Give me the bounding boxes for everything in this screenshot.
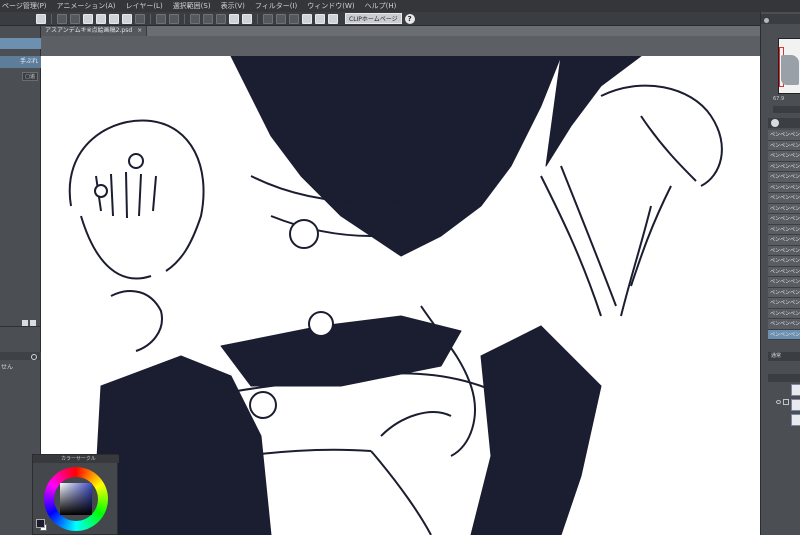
menu-bar: ページ管理(P) アニメーション(A) レイヤー(L) 選択範囲(S) 表示(V… xyxy=(0,0,800,12)
redo-icon[interactable] xyxy=(169,13,179,24)
layer-item[interactable]: ペンペンペン xyxy=(768,193,800,204)
layer-item[interactable]: ペンペンペン xyxy=(768,298,800,309)
eraser-icon[interactable] xyxy=(242,13,252,24)
sub-tool-stabilizer[interactable]: 手ぶれ xyxy=(0,56,41,68)
menu-help[interactable]: ヘルプ(H) xyxy=(365,0,397,12)
canvas-tab-strip xyxy=(41,36,760,56)
toolbar-divider xyxy=(184,13,185,24)
close-icon[interactable]: × xyxy=(137,27,142,34)
layer-thumbnail[interactable] xyxy=(791,384,800,396)
navigator-preview xyxy=(781,55,799,85)
blend-mode-select[interactable]: 通常 xyxy=(768,352,800,361)
layer-tool-row xyxy=(768,118,800,128)
menu-selection[interactable]: 選択範囲(S) xyxy=(173,0,211,12)
layer-thumbnail[interactable] xyxy=(791,399,800,411)
lock-checkbox[interactable] xyxy=(783,399,789,405)
layer-item[interactable]: ペンペンペン xyxy=(768,172,800,183)
layer-item[interactable]: ペンペンペン xyxy=(768,277,800,288)
toolbar-divider xyxy=(257,13,258,24)
menu-layer[interactable]: レイヤー(L) xyxy=(126,0,163,12)
transform-icon[interactable] xyxy=(216,13,226,24)
layer-item[interactable]: ペンペンペン xyxy=(768,235,800,246)
right-layer-panel: 67.9 ペンペンペン ペンペンペン ペンペンペン ペンペンペン ペンペンペン … xyxy=(760,12,800,535)
ink-illustration xyxy=(68,56,723,535)
layer-item[interactable]: ペンペンペン xyxy=(768,287,800,298)
sub-tool-option-row: □追 xyxy=(0,72,41,83)
export-icon[interactable] xyxy=(96,13,106,24)
grid-icon[interactable] xyxy=(203,13,213,24)
color-panel-title: カラーサークル xyxy=(33,455,119,463)
toolbar-divider xyxy=(150,13,151,24)
copy-icon[interactable] xyxy=(135,13,145,24)
layer-icon[interactable] xyxy=(328,13,338,24)
layer-item[interactable]: ペンペンペン xyxy=(768,224,800,235)
layer-thumbnail[interactable] xyxy=(791,414,800,426)
layer-property-icon[interactable] xyxy=(771,119,779,127)
layer-option-bar xyxy=(768,374,800,382)
canvas-area[interactable]: アスアンデムキ※点絵画稿2.psd × xyxy=(41,26,760,535)
canvas-paper[interactable] xyxy=(41,56,760,535)
layer-item[interactable]: ペンペンペン xyxy=(768,182,800,193)
navigator-thumbnail[interactable] xyxy=(778,38,800,94)
saturation-value-square[interactable] xyxy=(60,483,92,515)
right-panel-header xyxy=(761,14,800,24)
zoom-slider[interactable] xyxy=(773,106,800,113)
menu-animation[interactable]: アニメーション(A) xyxy=(57,0,116,12)
layer-item[interactable]: ペンペンペン xyxy=(768,319,800,330)
layer-item-selected[interactable]: ペンペンペン xyxy=(768,329,800,340)
clip-home-button[interactable]: CLIPホームページ xyxy=(345,13,402,24)
layer-item[interactable]: ペンペンペン xyxy=(768,214,800,225)
layer-item[interactable]: ペンペンペン xyxy=(768,203,800,214)
layer-item[interactable]: ペンペンペン xyxy=(768,130,800,141)
undo-icon[interactable] xyxy=(156,13,166,24)
layer-item[interactable]: ペンペンペン xyxy=(768,140,800,151)
spinner-icon[interactable] xyxy=(190,13,200,24)
layer-list: ペンペンペン ペンペンペン ペンペンペン ペンペンペン ペンペンペン ペンペンペ… xyxy=(768,130,800,340)
menu-page[interactable]: ページ管理(P) xyxy=(2,0,47,12)
layer-item[interactable]: ペンペンペン xyxy=(768,256,800,267)
crop-icon[interactable] xyxy=(289,13,299,24)
menu-view[interactable]: 表示(V) xyxy=(221,0,245,12)
layer-item[interactable]: ペンペンペン xyxy=(768,308,800,319)
fill-icon[interactable] xyxy=(229,13,239,24)
panel-toggle-icon[interactable] xyxy=(764,18,769,23)
brush-icon[interactable] xyxy=(315,13,325,24)
save-icon[interactable] xyxy=(83,13,93,24)
main-color-swatch[interactable] xyxy=(36,519,45,528)
add-option-button[interactable]: □追 xyxy=(22,72,38,81)
command-bar: CLIPホームページ ? xyxy=(0,12,800,26)
panel-divider xyxy=(0,326,41,327)
document-tab[interactable]: アスアンデムキ※点絵画稿2.psd × xyxy=(41,26,148,36)
zoom-readout: 67.9 xyxy=(773,96,785,102)
layer-item[interactable]: ペンペンペン xyxy=(768,151,800,162)
layer-item[interactable]: ペンペンペン xyxy=(768,266,800,277)
import-icon[interactable] xyxy=(109,13,119,24)
eye-icon[interactable] xyxy=(36,13,46,24)
search-icon[interactable] xyxy=(31,354,37,360)
tool-selected-row[interactable] xyxy=(0,38,41,49)
menu-window[interactable]: ウィンドウ(W) xyxy=(307,0,354,12)
pen-icon[interactable] xyxy=(302,13,312,24)
document-tab-title: アスアンデムキ※点絵画稿2.psd xyxy=(45,27,133,34)
status-text: せん xyxy=(1,364,14,371)
color-wheel-panel: カラーサークル xyxy=(32,454,119,535)
ruler-icon[interactable] xyxy=(263,13,273,24)
open-file-icon[interactable] xyxy=(70,13,80,24)
layer-item[interactable]: ペンペンペン xyxy=(768,161,800,172)
cut-icon[interactable] xyxy=(122,13,132,24)
eye-icon[interactable] xyxy=(776,400,781,404)
new-file-icon[interactable] xyxy=(57,13,67,24)
help-icon[interactable]: ? xyxy=(404,13,415,24)
toolbar-divider xyxy=(51,13,52,24)
menu-filter[interactable]: フィルター(I) xyxy=(255,0,297,12)
snap-icon[interactable] xyxy=(276,13,286,24)
layer-item[interactable]: ペンペンペン xyxy=(768,245,800,256)
